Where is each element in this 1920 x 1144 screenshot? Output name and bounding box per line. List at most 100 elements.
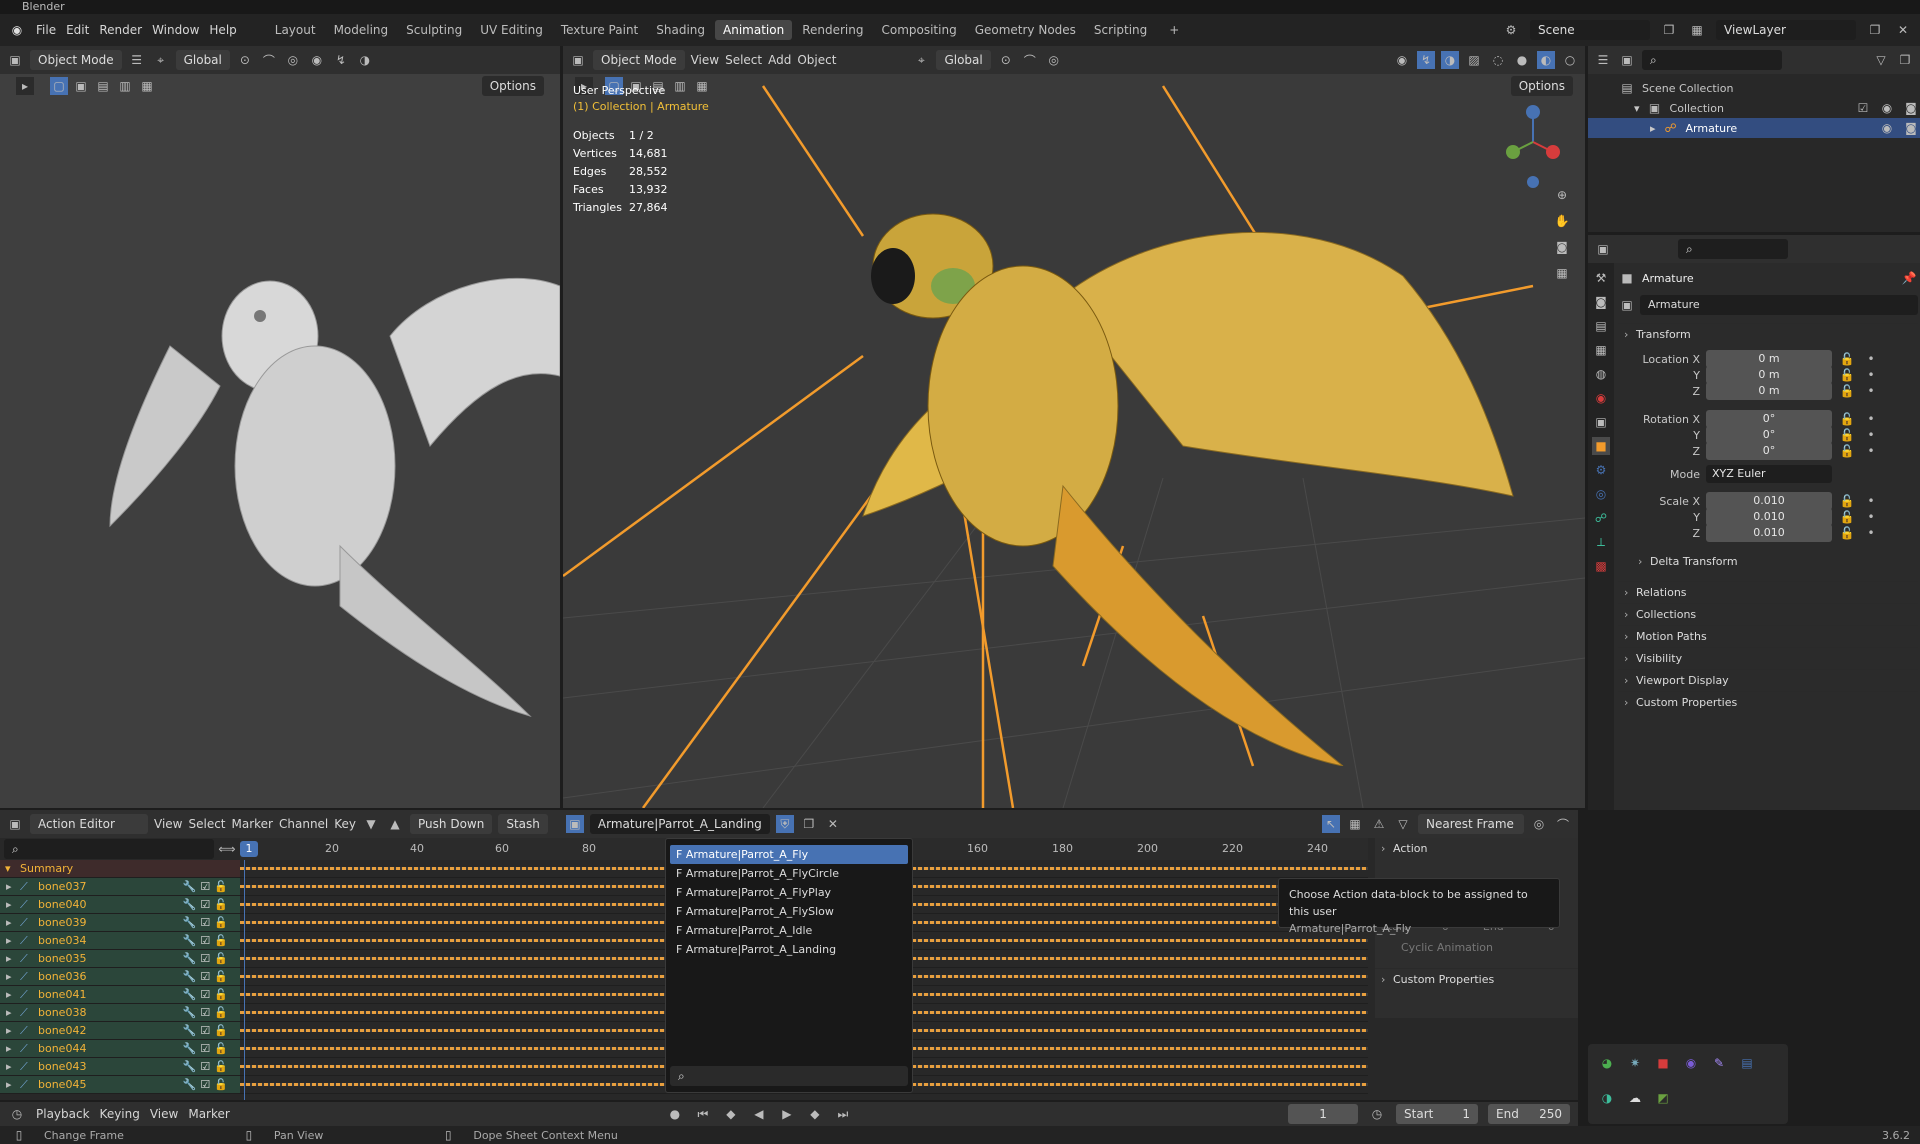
scene-icon[interactable]: ⚙ — [1502, 21, 1520, 39]
expand-icon[interactable]: ▸ — [6, 878, 12, 896]
cyclic-animation-checkbox[interactable]: Cyclic Animation — [1375, 933, 1578, 962]
select-box-icon[interactable]: ▢ — [50, 77, 68, 95]
channel-toggles[interactable]: 🔧☑🔓 — [183, 1040, 232, 1058]
filter-icon[interactable]: ▽ — [1872, 51, 1890, 69]
ae-menu-marker[interactable]: Marker — [232, 817, 273, 831]
unlink-action-icon[interactable]: ✕ — [824, 815, 842, 833]
channel-row[interactable]: ▸ ⟋ bone045 🔧☑🔓 — [0, 1076, 240, 1094]
workspace-tab-shading[interactable]: Shading — [648, 20, 713, 40]
checkbox-icon[interactable]: ☑ — [1854, 99, 1872, 117]
rotation-mode-select[interactable]: XYZ Euler — [1706, 465, 1832, 483]
timeline-menu-marker[interactable]: Marker — [188, 1107, 229, 1121]
expand-icon[interactable]: ▸ — [6, 914, 12, 932]
eye-icon[interactable]: ◉ — [1878, 119, 1896, 137]
keyframe-dot-icon[interactable]: • — [1862, 524, 1880, 542]
filter-icon[interactable]: ▽ — [1394, 815, 1412, 833]
expand-icon[interactable]: ▾ — [1634, 102, 1640, 115]
action-menu-item[interactable]: F Armature|Parrot_A_FlyCircle — [670, 864, 908, 883]
pan-hand-icon[interactable]: ✋ — [1553, 212, 1571, 230]
object-tab-icon[interactable]: ■ — [1592, 437, 1610, 455]
editor-type-icon[interactable]: ▣ — [6, 815, 24, 833]
world-tab-icon[interactable]: ◉ — [1592, 389, 1610, 407]
channel-toggles[interactable]: 🔧☑🔓 — [183, 878, 232, 896]
duplicate-action-icon[interactable]: ❐ — [800, 815, 818, 833]
scene-tab-icon[interactable]: ◍ — [1592, 365, 1610, 383]
lock-icon[interactable]: 🔓 — [1838, 382, 1856, 400]
channel-row[interactable]: ▸ ⟋ bone037 🔧☑🔓 — [0, 878, 240, 896]
workspace-tab-uv-editing[interactable]: UV Editing — [472, 20, 551, 40]
channel-row[interactable]: ▸ ⟋ bone038 🔧☑🔓 — [0, 1004, 240, 1022]
action-menu-item[interactable]: F Armature|Parrot_A_Landing — [670, 940, 908, 959]
transform-panel-header[interactable]: Transform — [1618, 323, 1918, 346]
keyframe-dot-icon[interactable]: • — [1862, 382, 1880, 400]
jump-start-icon[interactable]: ⏮ — [694, 1105, 712, 1123]
play-icon[interactable]: ▶ — [778, 1105, 796, 1123]
delta-transform-header[interactable]: Delta Transform — [1632, 551, 1912, 573]
panel-motion-paths[interactable]: Motion Paths — [1618, 625, 1918, 648]
render-tab-icon[interactable]: ◙ — [1592, 293, 1610, 311]
snap-mode-select[interactable]: Nearest Frame — [1418, 814, 1524, 834]
new-view-layer-icon[interactable]: ❐ — [1866, 21, 1884, 39]
ae-menu-select[interactable]: Select — [188, 817, 225, 831]
menu-edit[interactable]: Edit — [66, 23, 89, 37]
channel-toggles[interactable]: 🔧☑🔓 — [183, 950, 232, 968]
action-menu-item[interactable]: F Armature|Parrot_A_FlySlow — [670, 902, 908, 921]
overlay-icon[interactable]: ◑ — [356, 51, 374, 69]
channel-search-input[interactable]: ⌕ — [4, 839, 214, 859]
custom-properties-header[interactable]: Custom Properties — [1375, 968, 1578, 991]
expand-icon[interactable]: ▸ — [6, 1058, 12, 1076]
select-invert-icon[interactable]: ▥ — [116, 77, 134, 95]
workspace-tab-rendering[interactable]: Rendering — [794, 20, 871, 40]
expand-icon[interactable]: ▸ — [6, 932, 12, 950]
jump-end-icon[interactable]: ⏭ — [834, 1105, 852, 1123]
visibility-icon[interactable]: ◉ — [308, 51, 326, 69]
add-workspace-icon[interactable]: + — [1165, 21, 1183, 39]
steam-icon[interactable]: ✷ — [1626, 1054, 1644, 1072]
expand-icon[interactable]: ▸ — [6, 1022, 12, 1040]
expand-icon[interactable]: ▸ — [6, 950, 12, 968]
select-extend-icon[interactable]: ▣ — [72, 77, 90, 95]
expand-icon[interactable]: ▸ — [6, 896, 12, 914]
blender-logo-icon[interactable]: ◉ — [8, 21, 26, 39]
grid-view-icon[interactable]: ▦ — [1553, 264, 1571, 282]
outliner-search-input[interactable]: ⌕ — [1642, 50, 1782, 70]
workspace-tab-geometry-nodes[interactable]: Geometry Nodes — [967, 20, 1084, 40]
workspace-tab-modeling[interactable]: Modeling — [326, 20, 397, 40]
panel-relations[interactable]: Relations — [1618, 581, 1918, 604]
channel-toggles[interactable]: 🔧☑🔓 — [183, 1022, 232, 1040]
expand-icon[interactable]: ▸ — [6, 1076, 12, 1094]
panel-visibility[interactable]: Visibility — [1618, 647, 1918, 670]
cloud-icon[interactable]: ☁ — [1626, 1089, 1644, 1107]
channel-row[interactable]: ▸ ⟋ bone036 🔧☑🔓 — [0, 968, 240, 986]
ae-menu-channel[interactable]: Channel — [279, 817, 328, 831]
workspace-tab-layout[interactable]: Layout — [267, 20, 324, 40]
channel-toggles[interactable]: 🔧☑🔓 — [183, 968, 232, 986]
left-mode-select[interactable]: Object Mode — [30, 50, 122, 70]
panel-viewport-display[interactable]: Viewport Display — [1618, 669, 1918, 692]
stash-button[interactable]: Stash — [498, 814, 548, 834]
menu-file[interactable]: File — [36, 23, 56, 37]
outliner-armature[interactable]: ▸ ☍ Armature ◉ ◙ — [1588, 118, 1920, 138]
tool-icon[interactable]: ▸ — [16, 77, 34, 95]
expand-icon[interactable]: ▸ — [6, 1004, 12, 1022]
zoom-icon[interactable]: ⊕ — [1553, 186, 1571, 204]
new-scene-icon[interactable]: ❐ — [1660, 21, 1678, 39]
menu-render[interactable]: Render — [99, 23, 142, 37]
view-layer-icon[interactable]: ▦ — [1688, 21, 1706, 39]
action-menu-item[interactable]: F Armature|Parrot_A_FlyPlay — [670, 883, 908, 902]
action-panel-header[interactable]: Action — [1375, 838, 1578, 860]
workspace-tab-compositing[interactable]: Compositing — [873, 20, 964, 40]
channel-row[interactable]: ▸ ⟋ bone040 🔧☑🔓 — [0, 896, 240, 914]
play-reverse-icon[interactable]: ◀ — [750, 1105, 768, 1123]
channel-row[interactable]: ▸ ⟋ bone041 🔧☑🔓 — [0, 986, 240, 1004]
dropdown-search-input[interactable]: ⌕ — [670, 1066, 908, 1086]
left-options-button[interactable]: Options — [481, 76, 544, 96]
channel-toggles[interactable]: 🔧☑🔓 — [183, 896, 232, 914]
collection-tab-icon[interactable]: ▣ — [1592, 413, 1610, 431]
channel-row[interactable]: ▸ ⟋ bone044 🔧☑🔓 — [0, 1040, 240, 1058]
outliner-scene-collection[interactable]: ▤ Scene Collection — [1588, 78, 1920, 98]
physics-tab-icon[interactable]: ◎ — [1592, 485, 1610, 503]
output-tab-icon[interactable]: ▤ — [1592, 317, 1610, 335]
panel-collections[interactable]: Collections — [1618, 603, 1918, 626]
expand-icon[interactable]: ▸ — [6, 1040, 12, 1058]
